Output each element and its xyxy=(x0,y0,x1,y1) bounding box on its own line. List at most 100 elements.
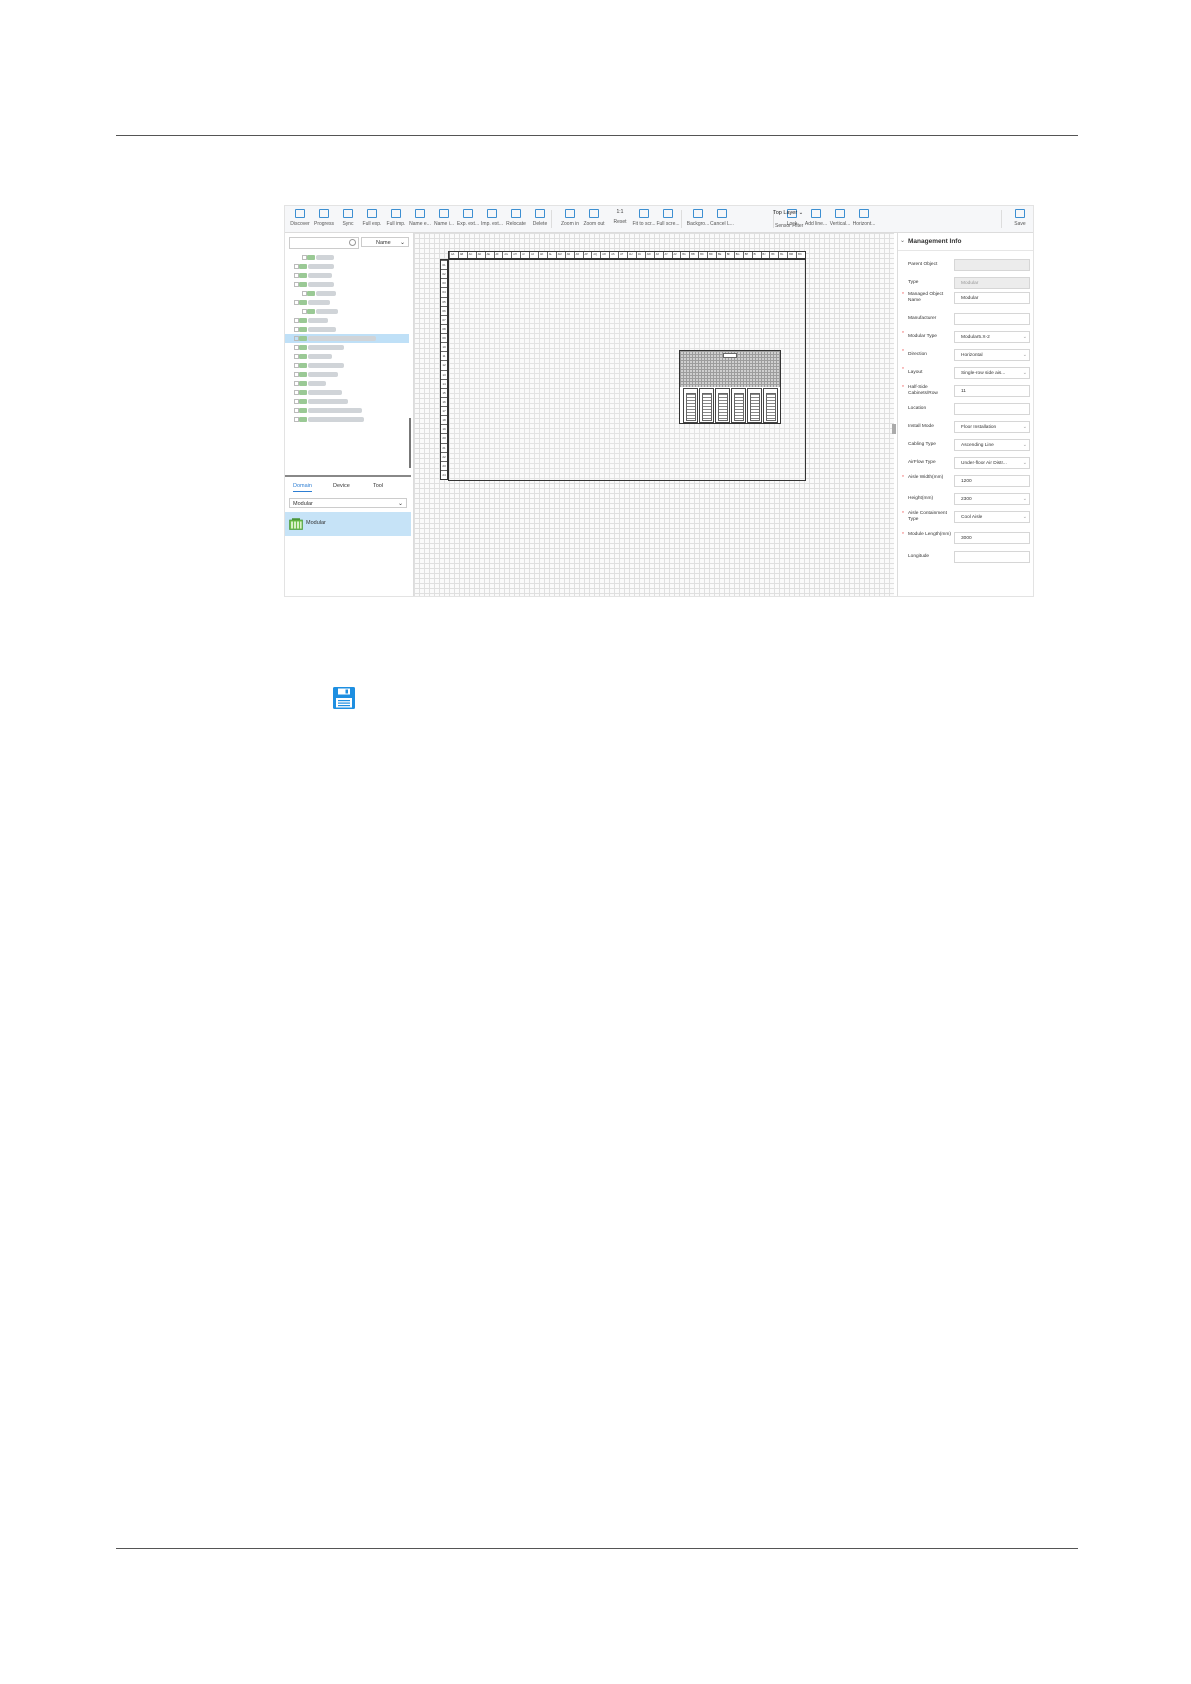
field-select[interactable]: 2300 ⌄ xyxy=(954,493,1030,505)
field-input[interactable]: Modular xyxy=(954,292,1030,304)
row-label: 14 xyxy=(441,378,447,388)
collapse-panel-button[interactable] xyxy=(892,424,896,434)
cabinet[interactable] xyxy=(747,388,762,423)
tree-node[interactable] xyxy=(285,352,409,361)
toolbar-button-7[interactable]: Exp. ext... xyxy=(455,207,481,231)
toolbar-icon xyxy=(391,209,401,218)
floor-plan-canvas[interactable]: AA AB AC AD AE AF AG AH AI AJ AK AL AM AN AO AP AQ AR AS AT… xyxy=(414,233,894,596)
tree-node[interactable] xyxy=(285,289,409,298)
cabinet[interactable] xyxy=(715,388,730,423)
node-icon xyxy=(299,336,307,341)
chevron-down-icon[interactable]: ⌄ xyxy=(900,237,905,244)
row-label: 06 xyxy=(441,305,447,315)
toolbar-button-16[interactable]: Backgro... xyxy=(685,207,711,231)
tab-tool[interactable]: Tool xyxy=(373,483,383,489)
required-marker: * xyxy=(902,532,904,538)
field-select[interactable]: Modular5.X-2 ⌄ xyxy=(954,331,1030,343)
toolbar-button-2[interactable]: Sync xyxy=(335,207,361,231)
column-ruler: AA AB AC AD AE AF AG AH AI AJ AK AL AM AN AO AP AQ AR AS AT… xyxy=(448,251,806,259)
tree-node[interactable] xyxy=(285,316,409,325)
toolbar-button-10[interactable]: Delete xyxy=(527,207,553,231)
field-select[interactable]: Horizontal ⌄ xyxy=(954,349,1030,361)
tree-node[interactable] xyxy=(285,334,409,343)
toolbar-button-0[interactable]: Discover xyxy=(287,207,313,231)
toolbar-button-21[interactable]: Horizont... xyxy=(851,207,877,231)
toolbar-button-11[interactable]: Zoom in xyxy=(557,207,583,231)
row-label: 17 xyxy=(441,406,447,415)
tree-node[interactable] xyxy=(285,325,409,334)
tree-node[interactable] xyxy=(285,307,409,316)
modular-unit[interactable] xyxy=(679,350,781,424)
toolbar-button-13[interactable]: 1:1 Reset xyxy=(607,207,633,231)
tree-node[interactable] xyxy=(285,379,409,388)
node-icon xyxy=(299,381,307,386)
field-input[interactable] xyxy=(954,551,1030,563)
field-label: Half-Side Cabinets/Row xyxy=(908,385,938,396)
tree-node[interactable] xyxy=(285,343,409,352)
name-select[interactable]: Name ⌄ xyxy=(361,237,409,247)
tree-node[interactable] xyxy=(285,262,409,271)
toolbar-separator xyxy=(1001,210,1002,228)
field-value: 2300 xyxy=(961,497,972,502)
field-input[interactable]: 1200 xyxy=(954,475,1030,487)
field-input[interactable]: 3000 xyxy=(954,532,1030,544)
toolbar-button-15[interactable]: Full scre... xyxy=(655,207,681,231)
category-select-value: Modular xyxy=(293,501,313,507)
cabinet[interactable] xyxy=(683,388,698,423)
tree-node[interactable] xyxy=(285,406,409,415)
tab-domain[interactable]: Domain xyxy=(293,483,312,492)
sensor-filter-button[interactable]: Sensor Filter xyxy=(775,223,803,229)
tree-node[interactable] xyxy=(285,370,409,379)
field-select[interactable]: Cool Aisle ⌄ xyxy=(954,511,1030,523)
cabinet[interactable] xyxy=(763,388,778,423)
toolbar-button-5[interactable]: Name e... xyxy=(407,207,433,231)
search-input[interactable] xyxy=(289,237,359,249)
toolbar-icon xyxy=(295,209,305,218)
toolbar-button-label: Relocate xyxy=(506,221,526,227)
toolbar-button-3[interactable]: Full exp. xyxy=(359,207,385,231)
tree-node[interactable] xyxy=(285,397,409,406)
toolbar-button-22[interactable]: Save xyxy=(1007,207,1033,231)
toolbar-icon xyxy=(319,209,329,218)
field-input[interactable]: 11 xyxy=(954,385,1030,397)
node-label-redacted xyxy=(308,336,376,341)
cabinet[interactable] xyxy=(699,388,714,423)
field-value: Modular xyxy=(961,281,979,286)
field-label: Modular Type xyxy=(908,334,937,339)
toolbar-button-17[interactable]: Cancel L... xyxy=(709,207,735,231)
layer-select[interactable]: Top Layer ⌄ xyxy=(773,210,813,219)
panel-splitter[interactable] xyxy=(285,475,411,477)
field-input[interactable] xyxy=(954,313,1030,325)
room-area[interactable] xyxy=(448,259,806,481)
toolbar-button-14[interactable]: Fit to scr... xyxy=(631,207,657,231)
toolbar-button-6[interactable]: Name i... xyxy=(431,207,457,231)
tree-node[interactable] xyxy=(285,280,409,289)
toolbar-button-4[interactable]: Full imp. xyxy=(383,207,409,231)
cabinet[interactable] xyxy=(731,388,746,423)
row-label: 07 xyxy=(441,314,447,324)
toolbar-button-8[interactable]: Imp. ext... xyxy=(479,207,505,231)
tree-node[interactable] xyxy=(285,271,409,280)
tree-node[interactable] xyxy=(285,361,409,370)
tree-node[interactable] xyxy=(285,253,409,262)
field-input[interactable] xyxy=(954,403,1030,415)
field-select[interactable]: Floor Installation ⌄ xyxy=(954,421,1030,433)
field-select[interactable]: Single-row side ais... ⌄ xyxy=(954,367,1030,379)
tab-device[interactable]: Device xyxy=(333,483,350,489)
toolbar-icon xyxy=(1015,209,1025,218)
field-select[interactable]: Ascending Line ⌄ xyxy=(954,439,1030,451)
tree-node[interactable] xyxy=(285,298,409,307)
tree-node[interactable] xyxy=(285,388,409,397)
toolbar-button-12[interactable]: Zoom out xyxy=(581,207,607,231)
palette-item-modular[interactable]: Modular xyxy=(285,512,411,536)
column-label: BN xyxy=(796,252,806,258)
toolbar-button-1[interactable]: Progress xyxy=(311,207,337,231)
category-select[interactable]: Modular ⌄ xyxy=(289,498,407,508)
toolbar-button-20[interactable]: Vertical... xyxy=(827,207,853,231)
toolbar-button-9[interactable]: Relocate xyxy=(503,207,529,231)
field-select[interactable]: Under-floor Air Distr... ⌄ xyxy=(954,457,1030,469)
tree-node[interactable] xyxy=(285,415,409,424)
row-label: 19 xyxy=(441,424,447,433)
tree-scrollbar[interactable] xyxy=(409,418,411,468)
field-input: Modular xyxy=(954,277,1030,289)
